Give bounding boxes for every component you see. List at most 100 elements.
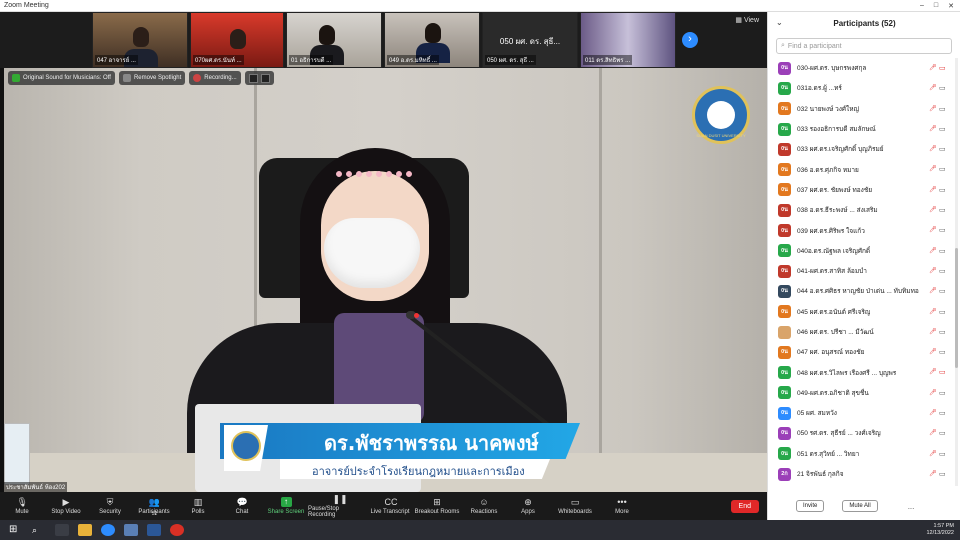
muted-microphone-icon[interactable]: 🎤︎ [929,368,937,376]
muted-microphone-icon[interactable]: 🎤︎ [929,470,937,478]
video-camera-icon[interactable]: ▭ [939,206,947,214]
participant-thumbnail[interactable]: 049 อ.ดร.มหิทธิ์ ... [384,12,480,68]
participant-row[interactable]: 0น 032 นายพงษ์ วงศ์ใหญ่ 🎤︎ ▭ [768,99,954,119]
participant-row[interactable]: 0น 030-ผศ.ดร. บุษกรพงศกุล 🎤︎ ▭ [768,58,954,78]
stop-video-button[interactable]: ▶ Stop Video [44,492,88,520]
participant-list-scrollbar[interactable] [955,58,958,486]
browser-icon[interactable] [170,524,184,536]
participant-row[interactable]: 0น 039 ผศ.ดร.ศิริพร ใจแก้ว 🎤︎ ▭ [768,220,954,240]
muted-microphone-icon[interactable]: 🎤︎ [929,64,937,72]
muted-microphone-icon[interactable]: 🎤︎ [929,348,937,356]
muted-microphone-icon[interactable]: 🎤︎ [929,125,937,133]
original-sound-toggle[interactable]: Original Sound for Musicians: Off [8,71,115,85]
apps-button[interactable]: ⊕ Apps [506,492,550,520]
video-camera-icon[interactable]: ▭ [939,429,947,437]
participant-row[interactable]: 2ก 21 จิรพันธ์ กุลกิจ 🎤︎ ▭ [768,464,954,484]
participant-search-input[interactable]: ⌕ Find a participant [776,38,952,54]
participant-thumbnail[interactable]: 050 ผศ. ดร. สุธี... 050 ผศ. ดร. สุธี ... [482,12,578,68]
maximize-button[interactable]: □ [934,2,938,10]
task-view-icon[interactable] [55,524,69,536]
video-camera-icon[interactable]: ▭ [939,165,947,173]
remove-spotlight-button[interactable]: Remove Spotlight [118,71,186,85]
share-screen-button[interactable]: ↑ Share Screen [264,492,308,520]
participant-row[interactable]: 0น 031อ.ดร.ผู้ ...ทร์ 🎤︎ ▭ [768,78,954,98]
muted-microphone-icon[interactable]: 🎤︎ [929,84,937,92]
video-camera-icon[interactable]: ▭ [939,247,947,255]
participant-row[interactable]: 0น 041-ผศ.ดร.สาทิส ล้อมบำ 🎤︎ ▭ [768,261,954,281]
video-camera-icon[interactable]: ▭ [939,267,947,275]
muted-microphone-icon[interactable]: 🎤︎ [929,165,937,173]
active-window-icon[interactable] [124,524,138,536]
video-off-icon[interactable]: ▭ [939,64,947,72]
live-transcript-button[interactable]: CC Live Transcript [368,492,412,520]
participants-button[interactable]: 👥52 Participants [132,492,176,520]
mute-button[interactable]: 🎙 Mute [0,492,44,520]
video-camera-icon[interactable]: ▭ [939,186,947,194]
view-button[interactable]: ▦ View [735,16,759,24]
participant-row[interactable]: 0น 05 ผศ. สมหวัง 🎤︎ ▭ [768,403,954,423]
video-camera-icon[interactable]: ▭ [939,409,947,417]
recording-controls[interactable] [244,71,274,85]
muted-microphone-icon[interactable]: 🎤︎ [929,145,937,153]
muted-microphone-icon[interactable]: 🎤︎ [929,328,937,336]
participant-thumbnail[interactable]: 070ผศ.ดร.นันท์ ... [190,12,284,68]
participant-row[interactable]: 0น 045 ผศ.ดร.อนันต์ ศรีเจริญ 🎤︎ ▭ [768,302,954,322]
muted-microphone-icon[interactable]: 🎤︎ [929,287,937,295]
windows-start-icon[interactable]: ⊞ [9,524,23,536]
video-camera-icon[interactable]: ▭ [939,84,947,92]
participant-row[interactable]: 0น 050 รศ.ดร. สุธีรย์ ... วงศ์เจริญ 🎤︎ ▭ [768,423,954,443]
next-page-button[interactable]: › [682,32,698,48]
video-camera-icon[interactable]: ▭ [939,287,947,295]
muted-microphone-icon[interactable]: 🎤︎ [929,308,937,316]
video-camera-icon[interactable]: ▭ [939,105,947,113]
video-camera-icon[interactable]: ▭ [939,125,947,133]
participant-row[interactable]: 0น 049-ผศ.ดร.อภิชาติ สุขชื่น 🎤︎ ▭ [768,383,954,403]
video-camera-icon[interactable]: ▭ [939,226,947,234]
participant-row[interactable]: 0น 033 รองอธิการบดี สมลักษณ์ 🎤︎ ▭ [768,119,954,139]
video-camera-icon[interactable]: ▭ [939,470,947,478]
whiteboards-button[interactable]: ▭ Whiteboards [550,492,600,520]
participant-row[interactable]: 0น 051 ดร.สุวิทย์ ... วิทยา 🎤︎ ▭ [768,444,954,464]
video-camera-icon[interactable]: ▭ [939,450,947,458]
file-explorer-icon[interactable] [78,524,92,536]
muted-microphone-icon[interactable]: 🎤︎ [929,206,937,214]
close-button[interactable]: ✕ [948,2,954,10]
video-camera-icon[interactable]: ▭ [939,145,947,153]
participant-row[interactable]: 0น 036 อ.ดร.ศุภกิจ หมาย 🎤︎ ▭ [768,159,954,179]
participant-row[interactable]: 046 ผศ.ดร. ปรีชา ... มีวัฒน์ 🎤︎ ▭ [768,322,954,342]
polls-button[interactable]: ▥ Polls [176,492,220,520]
pause-icon[interactable] [248,73,258,83]
muted-microphone-icon[interactable]: 🎤︎ [929,450,937,458]
participant-row[interactable]: 0น 037 ผศ.ดร. ชัยพงษ์ ทองชัย 🎤︎ ▭ [768,180,954,200]
end-meeting-button[interactable]: End [730,499,759,513]
muted-microphone-icon[interactable]: 🎤︎ [929,429,937,437]
participant-row[interactable]: 0น 033 ผศ.ดร.เจริญศักดิ์ บุญภิรมย์ 🎤︎ ▭ [768,139,954,159]
video-camera-icon[interactable]: ▭ [939,328,947,336]
word-icon[interactable] [147,524,161,536]
mute-all-button[interactable]: Mute All [842,500,878,512]
video-camera-icon[interactable]: ▭ [939,389,947,397]
video-off-icon[interactable]: ▭ [939,368,947,376]
breakout-rooms-button[interactable]: ⊞ Breakout Rooms [412,492,462,520]
participant-row[interactable]: 0น 047 ผศ. อนุสรณ์ ทองชัย 🎤︎ ▭ [768,342,954,362]
muted-microphone-icon[interactable]: 🎤︎ [929,226,937,234]
muted-microphone-icon[interactable]: 🎤︎ [929,186,937,194]
participant-row[interactable]: 0น 044 อ.ดร.ศศิธร หาญชัย ป่าเด่น ... ทับท… [768,281,954,301]
more-button[interactable]: ••• More [600,492,644,520]
reactions-button[interactable]: ☺ Reactions [462,492,506,520]
participant-thumbnail[interactable]: 011 ดร.สิทธิพร ... [580,12,676,68]
invite-button[interactable]: Invite [796,500,825,512]
participant-thumbnail[interactable]: 047 อาจารย์ ... [92,12,188,68]
muted-microphone-icon[interactable]: 🎤︎ [929,389,937,397]
search-icon[interactable]: ⌕ [32,524,46,536]
zoom-app-icon[interactable] [101,524,115,536]
more-options-button[interactable]: ... [908,502,915,511]
participant-row[interactable]: 0น 038 อ.ดร.ธีระพงษ์ ... ส่งเสริม 🎤︎ ▭ [768,200,954,220]
muted-microphone-icon[interactable]: 🎤︎ [929,105,937,113]
security-button[interactable]: ⛨ Security [88,492,132,520]
video-camera-icon[interactable]: ▭ [939,348,947,356]
chat-button[interactable]: 💬 Chat [220,492,264,520]
muted-microphone-icon[interactable]: 🎤︎ [929,409,937,417]
participant-row[interactable]: 0น 040อ.ดร.ณัฐพล เจริญศักดิ์ 🎤︎ ▭ [768,241,954,261]
participant-row[interactable]: 0น 048 ผศ.ดร.วิไลพร เรืองศรี ... บุญพร 🎤︎ ▭ [768,362,954,382]
